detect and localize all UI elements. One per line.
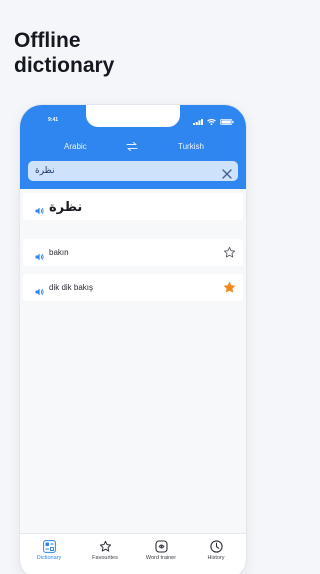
star-filled-icon[interactable] [223, 281, 236, 299]
search-input[interactable]: نظرة [35, 165, 55, 176]
clock-icon [209, 540, 223, 553]
translation-text: dik dik bakış [49, 283, 94, 292]
word-text: نظرة [49, 199, 83, 214]
star-outline-icon[interactable] [223, 246, 236, 264]
tab-label: Favourites [92, 555, 118, 561]
clear-search-icon[interactable] [222, 166, 232, 184]
tab-bar: Dictionary Favourites Word trainer Histo… [20, 533, 246, 574]
headline: Offline dictionary [14, 28, 214, 78]
tab-label: Word trainer [145, 555, 177, 561]
translation-row[interactable]: dik dik bakış [23, 274, 243, 301]
speaker-icon[interactable] [35, 202, 44, 220]
tab-word-trainer[interactable]: Word trainer [133, 538, 189, 561]
battery-icon [220, 119, 234, 125]
tab-favourites[interactable]: Favourites [77, 538, 133, 561]
tab-dictionary[interactable]: Dictionary [21, 538, 77, 561]
tab-history[interactable]: History [188, 538, 244, 561]
headline-line-2: dictionary [14, 54, 115, 77]
translation-row[interactable]: bakın [23, 239, 243, 266]
tab-label: History [207, 555, 225, 561]
swap-languages-icon[interactable] [126, 142, 138, 153]
translation-text: bakın [49, 248, 69, 257]
language-selector: Arabic Turkish [20, 140, 246, 154]
word-trainer-icon [154, 540, 168, 553]
search-field[interactable]: نظرة [28, 161, 238, 181]
speaker-icon[interactable] [35, 283, 44, 301]
word-card: نظرة [23, 193, 243, 220]
status-time: 9:41 [48, 117, 59, 123]
app-header: 9:41 Arabic Turkish نظرة [20, 105, 246, 189]
status-icons [193, 119, 234, 125]
phone-frame: 9:41 Arabic Turkish نظرة نظرة bakın dik … [20, 105, 246, 574]
star-icon [99, 540, 111, 552]
dictionary-icon [42, 540, 56, 553]
tab-label: Dictionary [36, 555, 62, 561]
phone-notch [86, 105, 180, 127]
target-language-button[interactable]: Turkish [178, 142, 204, 151]
headline-line-1: Offline [14, 29, 81, 52]
source-language-button[interactable]: Arabic [64, 142, 87, 151]
signal-icon [193, 119, 203, 125]
wifi-icon [207, 119, 216, 125]
speaker-icon[interactable] [35, 248, 44, 266]
